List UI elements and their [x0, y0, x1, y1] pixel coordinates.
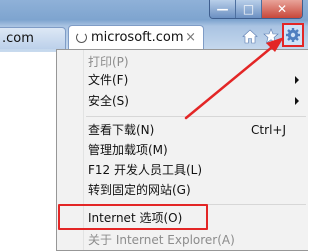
annotation-arrow [184, 37, 284, 120]
